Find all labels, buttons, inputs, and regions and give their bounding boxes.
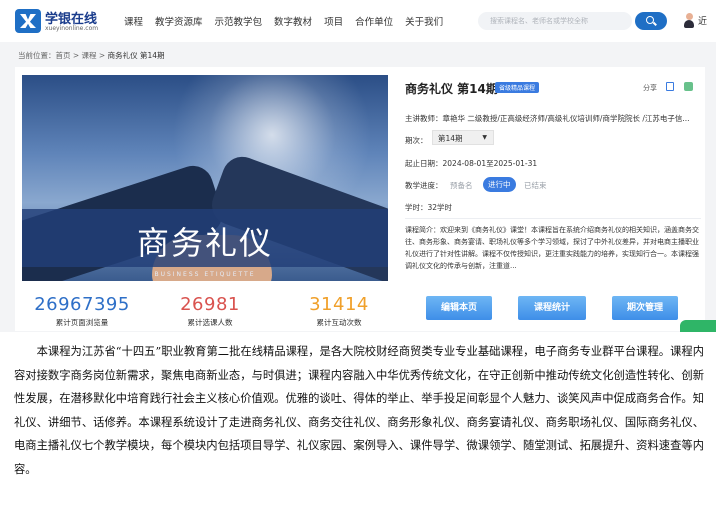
info-divider [405, 218, 701, 219]
progress-state-ended: 已结束 [524, 181, 547, 190]
breadcrumb-current: 商务礼仪 第14期 [107, 51, 165, 60]
nav-item-resource-library[interactable]: 教学资源库 [155, 14, 203, 28]
stat-value: 26967395 [34, 294, 130, 315]
stat-page-views: 26967395 累计页面浏览量 [27, 294, 137, 328]
course-intro: 课程简介：欢迎来到《商务礼仪》课堂！本课程旨在系统介绍商务礼仪的相关知识，涵盖商… [405, 226, 699, 270]
stat-enrollments: 26981 累计选课人数 [155, 294, 265, 328]
stat-value: 26981 [180, 294, 240, 315]
stat-interactions: 31414 累计互动次数 [284, 294, 394, 328]
period-manage-button[interactable]: 期次管理 [612, 296, 678, 320]
search-placeholder: 搜索课程名、老师名或学校全称 [490, 17, 588, 25]
nav-item-partners[interactable]: 合作单位 [355, 14, 393, 28]
period-select[interactable]: 第14期 ▼ [432, 130, 494, 145]
breadcrumb-label: 当前位置： [18, 51, 56, 60]
search-button[interactable] [635, 12, 667, 30]
site-logo[interactable]: 学银在线 xueyinonline.com [15, 8, 115, 36]
progress-state-preparing: 预备名 [450, 181, 473, 190]
edit-page-button[interactable]: 编辑本页 [426, 296, 492, 320]
progress-label: 教学进度： [405, 181, 443, 190]
top-header: 学银在线 xueyinonline.com 课程 教学资源库 示范教学包 数字教… [0, 0, 716, 42]
nav-item-projects[interactable]: 项目 [324, 14, 343, 28]
cover-subtitle: BUSINESS ETIQUETTE [154, 271, 256, 278]
course-cover-image: 商务礼仪 BUSINESS ETIQUETTE [22, 75, 388, 281]
share-label: 分享 [643, 84, 657, 92]
search-icon [646, 16, 654, 24]
breadcrumb: 当前位置：首页 > 课程 > 商务礼仪 第14期 [18, 50, 165, 61]
nav-item-demo-packages[interactable]: 示范教学包 [215, 14, 263, 28]
nav-item-digital-textbooks[interactable]: 数字教材 [274, 14, 312, 28]
course-teacher: 主讲教师：章艳华 二级教授/正高级经济师/高级礼仪培训师/商学院院长 /江苏电子… [405, 114, 690, 123]
share-wechat-icon[interactable] [684, 82, 693, 91]
nav-item-about[interactable]: 关于我们 [405, 14, 443, 28]
user-name-text[interactable]: 近 [698, 14, 707, 27]
period-label: 期次： [405, 136, 428, 145]
stat-label: 累计选课人数 [187, 318, 233, 327]
cover-title: 商务礼仪 [136, 224, 273, 262]
course-dates: 起止日期：2024-08-01至2025-01-31 [405, 159, 538, 168]
period-selected-value: 第14期 [438, 134, 463, 143]
progress-state-active: 进行中 [483, 177, 516, 192]
breadcrumb-path[interactable]: 首页 > 课程 > [56, 51, 108, 60]
stat-label: 累计页面浏览量 [55, 318, 109, 327]
logo-icon [15, 9, 41, 33]
user-avatar-icon[interactable] [683, 13, 695, 29]
main-nav: 课程 教学资源库 示范教学包 数字教材 项目 合作单位 关于我们 [124, 14, 455, 28]
stat-value: 31414 [309, 294, 369, 315]
course-description-paragraph: 本课程为江苏省“十四五”职业教育第二批在线精品课程，是各大院校财经商贸类专业专业… [14, 345, 704, 476]
course-level-badge: 省级精品课程 [495, 82, 540, 93]
course-stats-button[interactable]: 课程统计 [518, 296, 586, 320]
stat-label: 累计互动次数 [316, 318, 362, 327]
nav-item-courses[interactable]: 课程 [124, 14, 143, 28]
caret-down-icon: ▼ [482, 134, 487, 141]
search-input[interactable]: 搜索课程名、老师名或学校全称 [478, 12, 632, 30]
floating-side-tab[interactable] [680, 320, 716, 332]
course-hours: 学时：32学时 [405, 203, 453, 212]
share-qr-icon[interactable] [666, 82, 674, 91]
course-title: 商务礼仪 第14期 [405, 82, 498, 96]
logo-url: xueyinonline.com [45, 25, 99, 32]
